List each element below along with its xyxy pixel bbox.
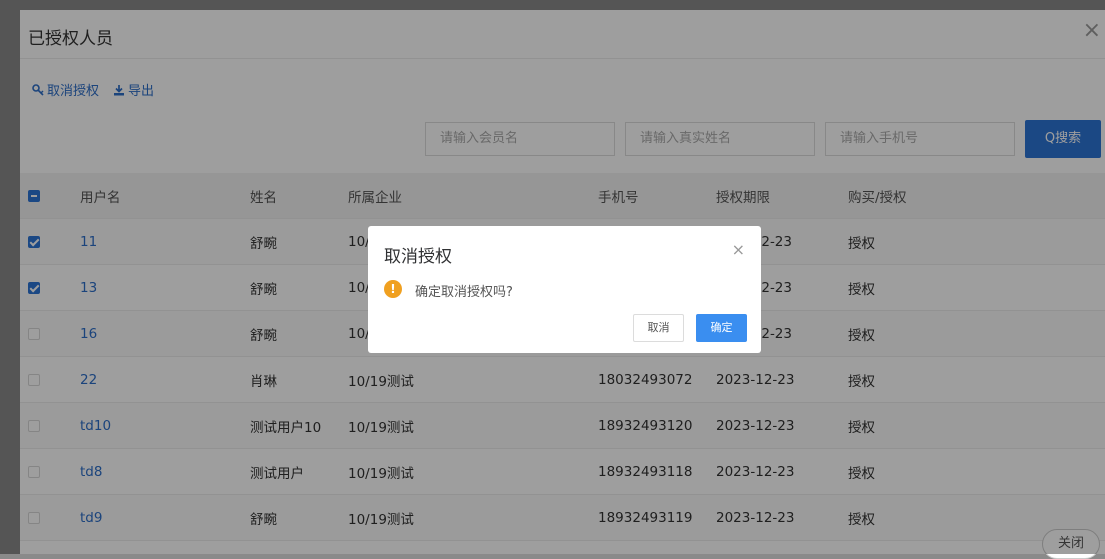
confirm-dialog: 取消授权 × ! 确定取消授权吗? 取消 确定	[368, 226, 761, 353]
dialog-message: 确定取消授权吗?	[415, 285, 513, 300]
dialog-close-icon[interactable]: ×	[732, 242, 745, 258]
warning-icon: !	[384, 280, 402, 298]
dialog-cancel-button[interactable]: 取消	[633, 314, 684, 342]
dialog-title: 取消授权	[384, 247, 452, 267]
dialog-confirm-button[interactable]: 确定	[696, 314, 747, 342]
